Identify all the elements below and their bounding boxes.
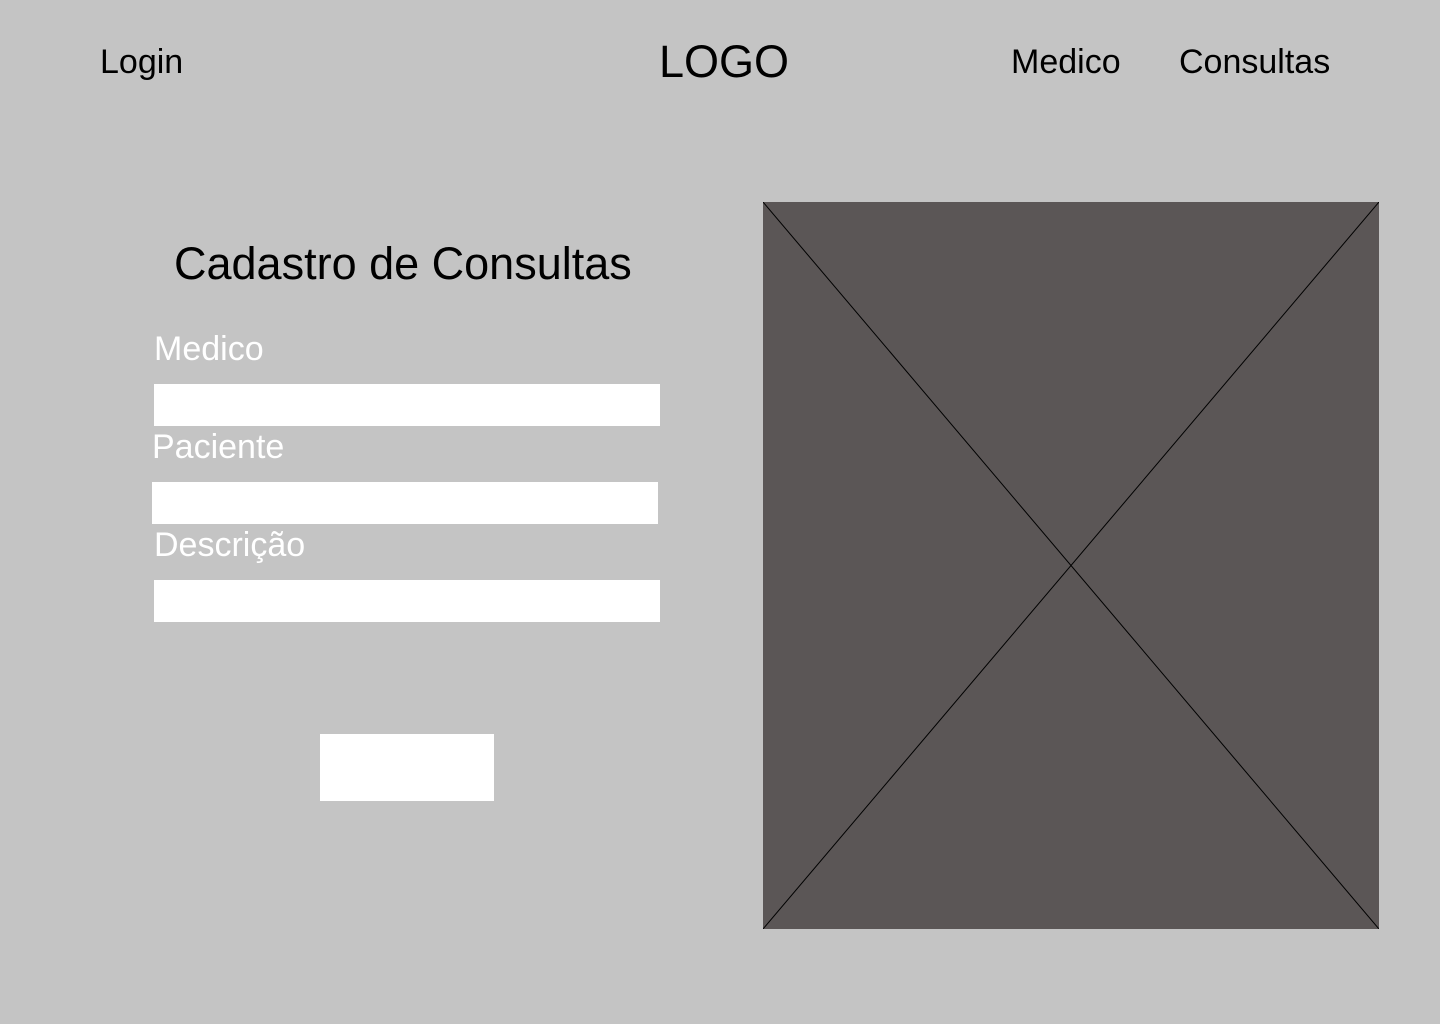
paciente-field-label: Paciente (152, 428, 285, 466)
descricao-input[interactable] (154, 580, 660, 622)
medico-field-label: Medico (154, 330, 264, 368)
image-placeholder (763, 202, 1379, 929)
image-placeholder-graphic (763, 202, 1379, 929)
nav-login-link[interactable]: Login (100, 42, 183, 82)
descricao-field-label: Descrição (154, 526, 306, 564)
submit-button[interactable] (320, 734, 494, 801)
paciente-input[interactable] (152, 482, 658, 524)
medico-input[interactable] (154, 384, 660, 426)
logo: LOGO (659, 36, 790, 87)
form-title: Cadastro de Consultas (174, 238, 632, 289)
nav-consultas-link[interactable]: Consultas (1179, 42, 1330, 82)
nav-medico-link[interactable]: Medico (1011, 42, 1121, 82)
